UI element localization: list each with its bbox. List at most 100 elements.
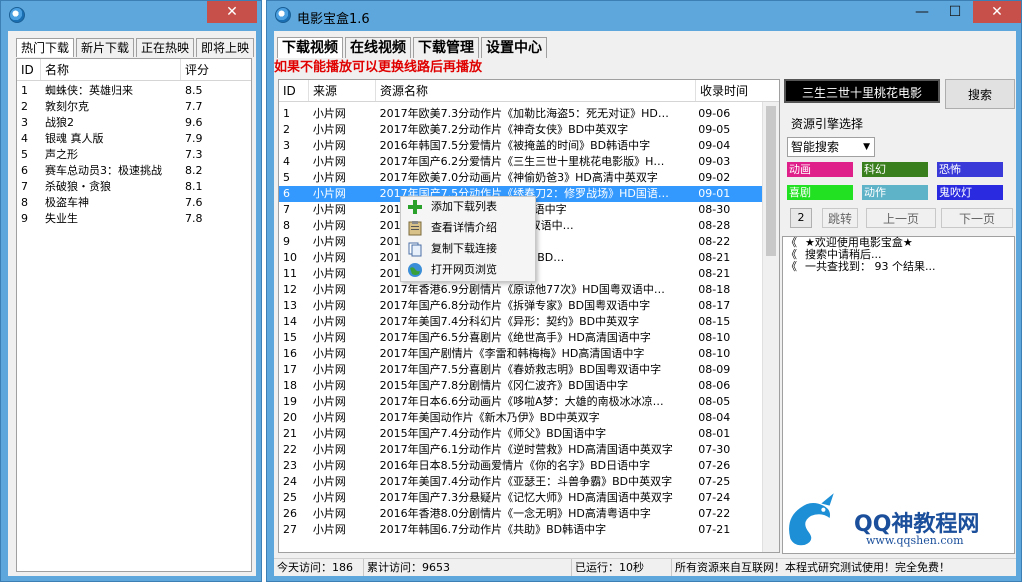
table-row[interactable]: 27 小片网 2017年韩国6.7分动作片《共助》BD韩语中字 07-21 bbox=[279, 522, 762, 538]
table-cell-date: 09-01 bbox=[698, 187, 731, 200]
category-button-1[interactable]: 科幻 bbox=[862, 162, 928, 177]
list-cell-name: 蜘蛛侠：英雄归来 bbox=[45, 84, 133, 97]
column-header-score[interactable]: 评分 bbox=[181, 59, 251, 80]
category-button-0[interactable]: 动画 bbox=[787, 162, 853, 177]
chevron-down-icon: ▼ bbox=[863, 142, 870, 152]
table-row[interactable]: 20 小片网 2017年美国动作片《新木乃伊》BD中英双字 08-04 bbox=[279, 410, 762, 426]
prev-page-button[interactable]: 上一页 bbox=[866, 208, 936, 228]
plus-icon bbox=[408, 200, 422, 214]
list-item[interactable]: 8 极盗车神 7.6 bbox=[17, 195, 251, 211]
table-cell-src: 小片网 bbox=[312, 475, 346, 488]
engine-select[interactable]: 智能搜索 ▼ bbox=[787, 137, 875, 157]
next-page-button[interactable]: 下一页 bbox=[941, 208, 1013, 228]
list-item[interactable]: 2 敦刻尔克 7.7 bbox=[17, 99, 251, 115]
table-row[interactable]: 13 小片网 2017年国产6.8分动作片《拆弹专家》BD国粤双语中字 08-17 bbox=[279, 298, 762, 314]
menu-item-open-browser[interactable]: 打开网页浏览 bbox=[405, 260, 531, 280]
table-row[interactable]: 24 小片网 2017年美国7.4分动作片《亚瑟王：斗兽争霸》BD中英双字 07-25 bbox=[279, 474, 762, 490]
list-cell-name: 杀破狼・贪狼 bbox=[45, 180, 111, 193]
column-header-resource-name[interactable]: 资源名称 bbox=[376, 80, 696, 101]
table-cell-name: 2015年国产7.4分动作片《师父》BD国语中字 bbox=[379, 427, 607, 440]
maximize-button[interactable]: ☐ bbox=[940, 1, 970, 23]
table-cell-src: 小片网 bbox=[312, 251, 346, 264]
menu-item-add-download[interactable]: 添加下载列表 bbox=[405, 197, 531, 217]
table-cell-src: 小片网 bbox=[312, 203, 346, 216]
column-header-id[interactable]: ID bbox=[279, 80, 309, 101]
left-titlebar: ✕ bbox=[1, 1, 261, 31]
list-item[interactable]: 3 战狼2 9.6 bbox=[17, 115, 251, 131]
table-cell-src: 小片网 bbox=[312, 427, 346, 440]
close-button[interactable]: ✕ bbox=[973, 1, 1021, 23]
column-header-date[interactable]: 收录时间 bbox=[696, 80, 764, 101]
table-row[interactable]: 21 小片网 2015年国产7.4分动作片《师父》BD国语中字 08-01 bbox=[279, 426, 762, 442]
table-cell-date: 07-30 bbox=[698, 443, 731, 456]
list-item[interactable]: 5 声之形 7.3 bbox=[17, 147, 251, 163]
table-cell-date: 08-10 bbox=[698, 347, 731, 360]
main-tab-0[interactable]: 下载视频 bbox=[277, 37, 343, 58]
resource-table[interactable]: ID 来源 资源名称 收录时间 1 小片网 2017年欧美7.3分动作片《加勒比海盗… bbox=[278, 79, 780, 553]
main-tab-3[interactable]: 设置中心 bbox=[481, 37, 547, 58]
minimize-button[interactable]: — bbox=[907, 1, 937, 23]
category-button-4[interactable]: 动作 bbox=[862, 185, 928, 200]
list-cell-id: 4 bbox=[21, 132, 28, 145]
category-button-3[interactable]: 喜剧 bbox=[787, 185, 853, 200]
table-cell-date: 07-22 bbox=[698, 507, 731, 520]
page-number-input[interactable]: 2 bbox=[790, 208, 812, 228]
table-row[interactable]: 4 小片网 2017年国产6.2分爱情片《三生三世十里桃花电影版》H… 09-03 bbox=[279, 154, 762, 170]
table-cell-id: 15 bbox=[283, 331, 297, 344]
table-row[interactable]: 3 小片网 2016年韩国7.5分爱情片《被掩盖的时间》BD韩语中字 09-04 bbox=[279, 138, 762, 154]
column-header-name[interactable]: 名称 bbox=[41, 59, 181, 80]
table-cell-name: 2017年国产6.5分喜剧片《绝世高手》HD高清国语中字 bbox=[379, 331, 651, 344]
list-item[interactable]: 1 蜘蛛侠：英雄归来 8.5 bbox=[17, 83, 251, 99]
table-row[interactable]: 23 小片网 2016年日本8.5分动画爱情片《你的名字》BD日语中字 07-26 bbox=[279, 458, 762, 474]
table-row[interactable]: 14 小片网 2017年美国7.4分科幻片《异形：契约》BD中英双字 08-15 bbox=[279, 314, 762, 330]
main-tab-2[interactable]: 下载管理 bbox=[413, 37, 479, 58]
jump-button[interactable]: 跳转 bbox=[822, 208, 858, 228]
table-row[interactable]: 15 小片网 2017年国产6.5分喜剧片《绝世高手》HD高清国语中字 08-10 bbox=[279, 330, 762, 346]
left-tabs: 热门下载 新片下载 正在热映 即将上映 bbox=[16, 38, 256, 57]
table-row[interactable]: 2 小片网 2017年欧美7.2分动作片《神奇女侠》BD中英双字 09-05 bbox=[279, 122, 762, 138]
table-cell-id: 6 bbox=[283, 187, 290, 200]
category-button-2[interactable]: 恐怖 bbox=[937, 162, 1003, 177]
list-cell-id: 7 bbox=[21, 180, 28, 193]
left-tab-0[interactable]: 热门下载 bbox=[16, 38, 75, 57]
table-cell-name: 2017年国产6.8分动作片《拆弹专家》BD国粤双语中字 bbox=[379, 299, 651, 312]
table-row[interactable]: 17 小片网 2017年国产7.5分喜剧片《春娇救志明》BD国粤双语中字 08-09 bbox=[279, 362, 762, 378]
table-row[interactable]: 18 小片网 2015年国产7.8分剧情片《冈仁波齐》BD国语中字 08-06 bbox=[279, 378, 762, 394]
table-row[interactable]: 5 小片网 2017年欧美7.0分动画片《神偷奶爸3》HD高清中英双字 09-02 bbox=[279, 170, 762, 186]
table-row[interactable]: 25 小片网 2017年国产7.3分悬疑片《记忆大师》HD高清国语中英双字 07-24 bbox=[279, 490, 762, 506]
table-cell-name: 2017年国产6.1分动作片《逆时营救》HD高清国语中英双字 bbox=[379, 443, 673, 456]
table-row[interactable]: 26 小片网 2016年香港8.0分剧情片《一念无明》HD高清粤语中字 07-22 bbox=[279, 506, 762, 522]
list-item[interactable]: 7 杀破狼・贪狼 8.1 bbox=[17, 179, 251, 195]
menu-item-copy-link[interactable]: 复制下载连接 bbox=[405, 239, 531, 259]
context-menu: 添加下载列表 查看详情介绍 复制下载连接 打开网页浏览 bbox=[400, 196, 536, 282]
list-item[interactable]: 9 失业生 7.8 bbox=[17, 211, 251, 227]
left-tab-2[interactable]: 正在热映 bbox=[136, 38, 195, 57]
table-cell-id: 2 bbox=[283, 123, 290, 136]
column-header-id[interactable]: ID bbox=[17, 59, 41, 80]
table-cell-src: 小片网 bbox=[312, 139, 346, 152]
column-header-source[interactable]: 来源 bbox=[309, 80, 376, 101]
table-row[interactable]: 1 小片网 2017年欧美7.3分动作片《加勒比海盗5：死无对证》HD… 09-06 bbox=[279, 106, 762, 122]
search-box[interactable]: 三生三世十里桃花电影 bbox=[784, 79, 940, 103]
table-cell-date: 09-04 bbox=[698, 139, 731, 152]
left-tab-3[interactable]: 即将上映 bbox=[196, 38, 255, 57]
category-button-5[interactable]: 鬼吹灯 bbox=[937, 185, 1003, 200]
resource-rows: 1 小片网 2017年欧美7.3分动作片《加勒比海盗5：死无对证》HD… 09-06 2… bbox=[279, 106, 762, 538]
list-cell-id: 6 bbox=[21, 164, 28, 177]
search-button[interactable]: 搜索 bbox=[945, 79, 1015, 109]
table-row[interactable]: 16 小片网 2017年国产剧情片《李雷和韩梅梅》HD高清国语中字 08-10 bbox=[279, 346, 762, 362]
list-item[interactable]: 6 赛车总动员3：极速挑战 8.2 bbox=[17, 163, 251, 179]
main-tab-1[interactable]: 在线视频 bbox=[345, 37, 411, 58]
menu-item-view-details[interactable]: 查看详情介绍 bbox=[405, 218, 531, 238]
list-item[interactable]: 4 银魂 真人版 7.9 bbox=[17, 131, 251, 147]
resource-table-scrollbar[interactable] bbox=[762, 102, 779, 552]
table-row[interactable]: 22 小片网 2017年国产6.1分动作片《逆时营救》HD高清国语中英双字 07-30 bbox=[279, 442, 762, 458]
left-close-button[interactable]: ✕ bbox=[207, 1, 257, 23]
table-row[interactable]: 19 小片网 2017年日本6.6分动画片《哆啦A梦：大雄的南极冰冰凉… 08-05 bbox=[279, 394, 762, 410]
left-movie-list[interactable]: ID 名称 评分 1 蜘蛛侠：英雄归来 8.5 2 敦刻尔克 7.7 3 战狼2 9.6 4 银魂 … bbox=[16, 58, 252, 572]
status-notice: 所有资源来自互联网！本程式研究测试使用！完全免费！ bbox=[675, 561, 950, 574]
scrollbar-thumb[interactable] bbox=[766, 106, 776, 256]
table-cell-src: 小片网 bbox=[312, 491, 346, 504]
table-row[interactable]: 12 小片网 2017年香港6.9分剧情片《原谅他77次》HD国粤双语中… 08-18 bbox=[279, 282, 762, 298]
left-tab-1[interactable]: 新片下载 bbox=[76, 38, 135, 57]
